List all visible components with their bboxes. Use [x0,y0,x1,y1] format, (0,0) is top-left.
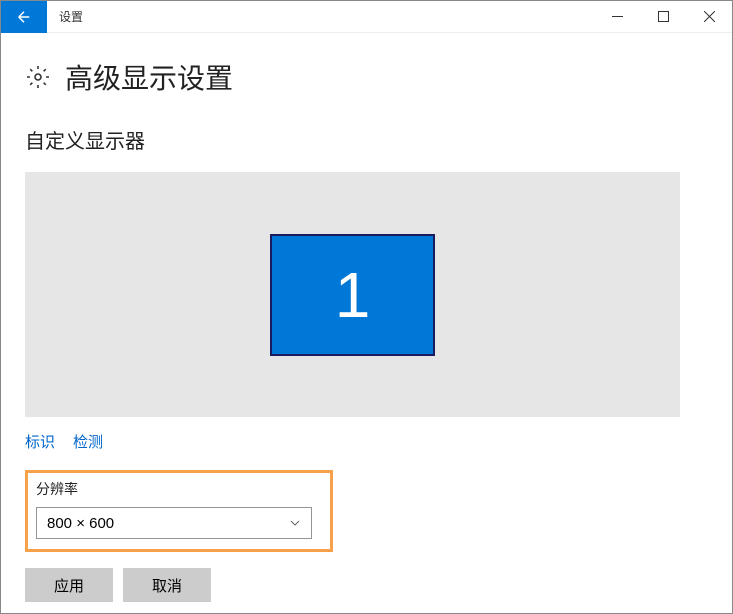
monitor-tile-1[interactable]: 1 [270,234,435,356]
window-controls [594,1,732,33]
display-layout-area: 1 [25,172,680,417]
page-header: 高级显示设置 [25,57,708,97]
close-button[interactable] [686,1,732,33]
detect-link[interactable]: 检测 [73,431,103,452]
monitor-number: 1 [335,258,371,332]
page-title: 高级显示设置 [65,57,233,97]
identify-link[interactable]: 标识 [25,431,55,452]
content-area: 高级显示设置 自定义显示器 1 标识 检测 分辨率 800 × 600 应用 取… [1,33,732,602]
button-row: 应用 取消 [25,568,708,602]
back-button[interactable] [1,1,47,33]
maximize-button[interactable] [640,1,686,33]
display-links: 标识 检测 [25,431,708,452]
chevron-down-icon [289,517,301,529]
cancel-button[interactable]: 取消 [123,568,211,602]
resolution-label: 分辨率 [36,479,322,499]
gear-icon [25,64,51,90]
resolution-group-highlight: 分辨率 800 × 600 [25,470,333,552]
minimize-button[interactable] [594,1,640,33]
titlebar: 设置 [1,1,732,33]
section-title: 自定义显示器 [25,125,708,154]
apply-button[interactable]: 应用 [25,568,113,602]
resolution-dropdown[interactable]: 800 × 600 [36,507,312,539]
resolution-value: 800 × 600 [47,515,114,532]
window-title: 设置 [59,8,83,25]
